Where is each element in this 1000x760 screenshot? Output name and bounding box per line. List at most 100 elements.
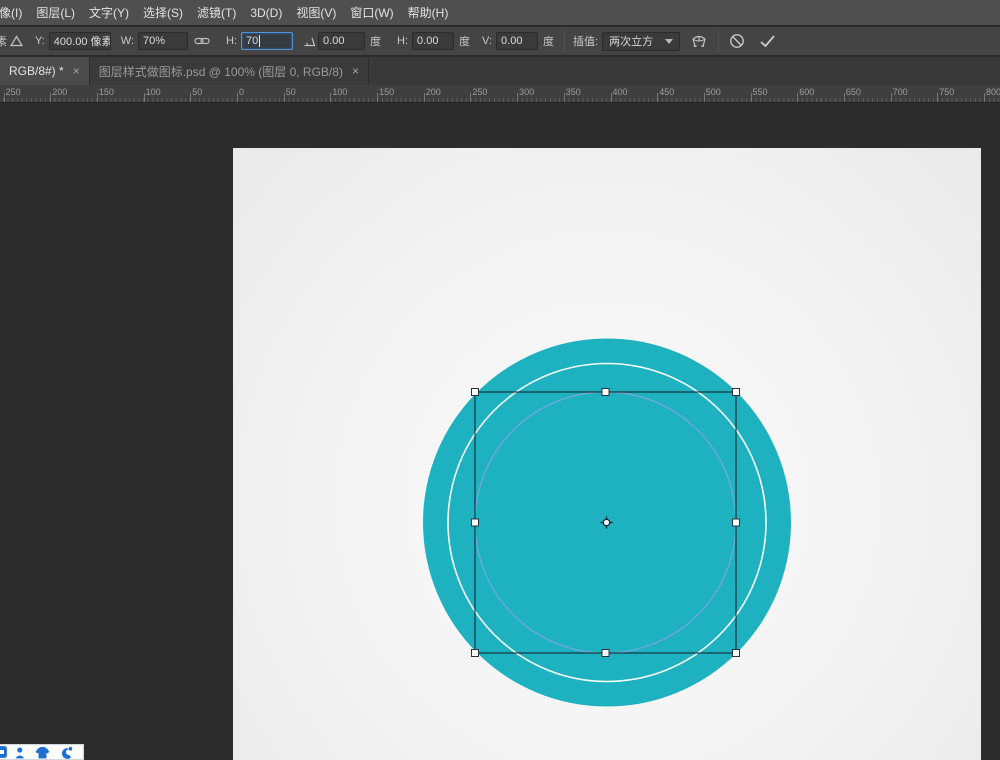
cancel-transform-icon[interactable] bbox=[729, 33, 745, 49]
tab-title: 图层样式做图标.psd @ 100% (图层 0, RGB/8) bbox=[99, 63, 343, 80]
menu-item-8[interactable]: 帮助(H) bbox=[401, 4, 456, 21]
ruler-label: 200 bbox=[426, 87, 441, 97]
y-field-value: 400.00 像素 bbox=[54, 33, 111, 49]
v-skew-label: V: bbox=[482, 35, 492, 47]
user-icon[interactable] bbox=[15, 747, 24, 758]
h-skew-label: H: bbox=[397, 35, 408, 47]
ruler-tick bbox=[470, 93, 471, 102]
h-field-value: 70 bbox=[246, 35, 258, 47]
menu-item-7[interactable]: 窗口(W) bbox=[343, 4, 400, 21]
ruler-tick bbox=[751, 93, 752, 102]
h-field-label: H: bbox=[226, 35, 237, 47]
handle-mid-left[interactable] bbox=[472, 519, 479, 526]
ruler-label: 100 bbox=[146, 87, 161, 97]
ruler-tick bbox=[984, 93, 985, 102]
menu-item-2[interactable]: 文字(Y) bbox=[82, 4, 136, 21]
relative-position-icon[interactable] bbox=[10, 35, 23, 47]
handle-bottom-left[interactable] bbox=[472, 650, 479, 657]
h-field[interactable]: 70 bbox=[241, 32, 293, 50]
transform-options-bar: 素 Y: 400.00 像素 W: 70% H: 70 bbox=[0, 27, 1000, 56]
horizontal-ruler[interactable]: 2502001501005005010015020025030035040045… bbox=[0, 85, 1000, 103]
handle-top-right[interactable] bbox=[733, 389, 740, 396]
ruler-tick bbox=[284, 93, 285, 102]
ruler-tick bbox=[144, 93, 145, 102]
ruler-label: 650 bbox=[846, 87, 861, 97]
handle-bottom-center[interactable] bbox=[602, 650, 609, 657]
ruler-label: 250 bbox=[6, 87, 21, 97]
link-dimensions-icon[interactable] bbox=[194, 36, 210, 46]
ruler-tick bbox=[97, 93, 98, 102]
menu-item-1[interactable]: 图层(L) bbox=[29, 4, 82, 21]
warp-mode-toggle-icon[interactable] bbox=[690, 33, 708, 49]
ruler-label: 550 bbox=[753, 87, 768, 97]
chevron-down-icon bbox=[665, 39, 673, 44]
close-icon[interactable]: × bbox=[73, 65, 80, 77]
menu-item-3[interactable]: 选择(S) bbox=[136, 4, 190, 21]
ruler-minor-ticks bbox=[0, 98, 1000, 102]
menu-item-6[interactable]: 视图(V) bbox=[289, 4, 343, 21]
handle-bottom-right[interactable] bbox=[733, 650, 740, 657]
ruler-tick bbox=[657, 93, 658, 102]
ruler-label: 800 bbox=[986, 87, 1000, 97]
ruler-tick bbox=[517, 93, 518, 102]
ruler-tick bbox=[844, 93, 845, 102]
menu-item-5[interactable]: 3D(D) bbox=[243, 6, 289, 20]
v-skew-unit: 度 bbox=[543, 33, 554, 49]
divider bbox=[564, 30, 565, 52]
ruler-tick bbox=[190, 93, 191, 102]
x-field-unit-clipped: 素 bbox=[0, 33, 8, 49]
interpolation-dropdown[interactable]: 两次立方 bbox=[602, 32, 680, 51]
rotate-angle-icon bbox=[303, 36, 316, 47]
v-skew-value: 0.00 bbox=[501, 35, 522, 47]
menu-item-4[interactable]: 滤镜(T) bbox=[190, 4, 243, 21]
ruler-label: 750 bbox=[939, 87, 954, 97]
ruler-tick bbox=[4, 93, 5, 102]
ruler-tick bbox=[937, 93, 938, 102]
handle-top-left[interactable] bbox=[472, 389, 479, 396]
ruler-label: 300 bbox=[519, 87, 534, 97]
document-tab-2[interactable]: 图层样式做图标.psd @ 100% (图层 0, RGB/8) × bbox=[90, 57, 369, 85]
ruler-label: 400 bbox=[613, 87, 628, 97]
w-field[interactable]: 70% bbox=[138, 32, 188, 50]
tab-title: RGB/8#) * bbox=[9, 64, 64, 78]
ruler-label: 500 bbox=[706, 87, 721, 97]
tools-icon[interactable] bbox=[62, 747, 72, 759]
logo-icon[interactable] bbox=[0, 746, 7, 758]
ruler-tick bbox=[50, 93, 51, 102]
photoshop-window: 像(I)图层(L)文字(Y)选择(S)滤镜(T)3D(D)视图(V)窗口(W)帮… bbox=[0, 0, 1000, 760]
document-tab-bar: RGB/8#) * × 图层样式做图标.psd @ 100% (图层 0, RG… bbox=[0, 57, 1000, 85]
handle-mid-right[interactable] bbox=[733, 519, 740, 526]
commit-transform-icon[interactable] bbox=[759, 34, 776, 48]
ruler-tick bbox=[330, 93, 331, 102]
menu-item-0[interactable]: 像(I) bbox=[0, 4, 29, 21]
ruler-label: 700 bbox=[893, 87, 908, 97]
handle-top-center[interactable] bbox=[602, 389, 609, 396]
ruler-tick bbox=[424, 93, 425, 102]
ruler-label: 450 bbox=[659, 87, 674, 97]
h-skew-field[interactable]: 0.00 bbox=[412, 32, 454, 50]
ruler-tick bbox=[797, 93, 798, 102]
angle-field[interactable]: 0.00 bbox=[318, 32, 365, 50]
ruler-label: 50 bbox=[192, 87, 202, 97]
canvas[interactable] bbox=[233, 148, 981, 760]
skin-icon[interactable] bbox=[36, 747, 50, 758]
ruler-tick bbox=[891, 93, 892, 102]
interpolation-value: 两次立方 bbox=[609, 33, 653, 49]
ruler-label: 250 bbox=[472, 87, 487, 97]
ime-toolbar[interactable] bbox=[0, 744, 84, 760]
canvas-artwork bbox=[233, 148, 981, 760]
ruler-label: 200 bbox=[52, 87, 67, 97]
ruler-tick bbox=[704, 93, 705, 102]
y-field[interactable]: 400.00 像素 bbox=[49, 32, 111, 50]
ruler-label: 150 bbox=[379, 87, 394, 97]
ruler-tick bbox=[377, 93, 378, 102]
ruler-label: 100 bbox=[332, 87, 347, 97]
ruler-tick bbox=[237, 93, 238, 102]
w-field-label: W: bbox=[121, 35, 134, 47]
v-skew-field[interactable]: 0.00 bbox=[496, 32, 538, 50]
menu-bar: 像(I)图层(L)文字(Y)选择(S)滤镜(T)3D(D)视图(V)窗口(W)帮… bbox=[0, 0, 1000, 26]
document-tab-1[interactable]: RGB/8#) * × bbox=[0, 57, 90, 85]
ruler-label: 600 bbox=[799, 87, 814, 97]
close-icon[interactable]: × bbox=[352, 65, 359, 77]
ruler-label: 0 bbox=[239, 87, 244, 97]
